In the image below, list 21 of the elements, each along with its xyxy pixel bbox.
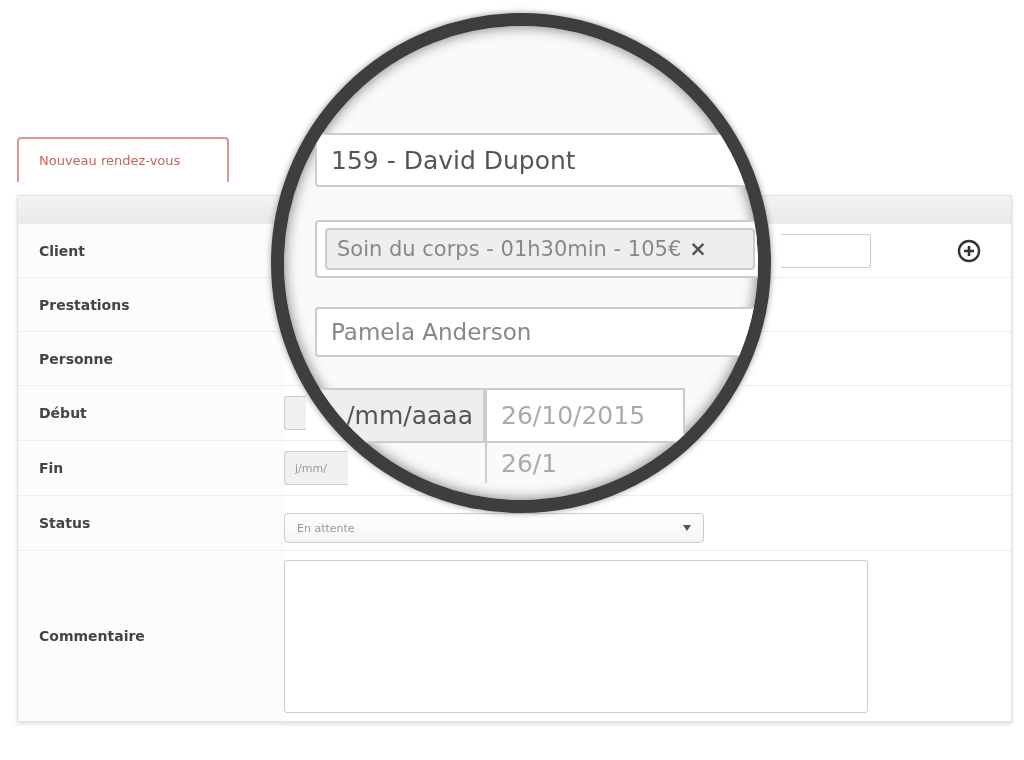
field-label: Début	[39, 405, 87, 421]
start-date-field[interactable]: 26/10/2015	[485, 388, 685, 443]
add-icon[interactable]	[957, 238, 981, 263]
field-label: Prestations	[39, 296, 130, 313]
form-tab[interactable]: Nouveau rendez-vous	[17, 137, 229, 182]
field-label: Commentaire	[39, 628, 145, 644]
services-field[interactable]: Soin du corps - 01h30min - 105€ ×	[315, 220, 758, 278]
service-tag: Soin du corps - 01h30min - 105€ ×	[325, 228, 755, 270]
remove-icon[interactable]: ×	[689, 237, 707, 261]
caret-icon	[683, 525, 691, 531]
status-select[interactable]: En attente	[284, 513, 704, 543]
end-date-field[interactable]: 26/1	[485, 443, 685, 483]
client-field[interactable]	[781, 233, 871, 268]
comment-field[interactable]	[284, 559, 868, 713]
date-placeholder: j/mm/	[295, 461, 327, 475]
field-label: Personne	[39, 350, 114, 367]
field-label: Client	[39, 242, 86, 259]
field-label: Fin	[39, 460, 64, 476]
field-label: Status	[39, 515, 91, 531]
date-field[interactable]	[284, 396, 306, 430]
date-field[interactable]: j/mm/	[284, 451, 348, 485]
